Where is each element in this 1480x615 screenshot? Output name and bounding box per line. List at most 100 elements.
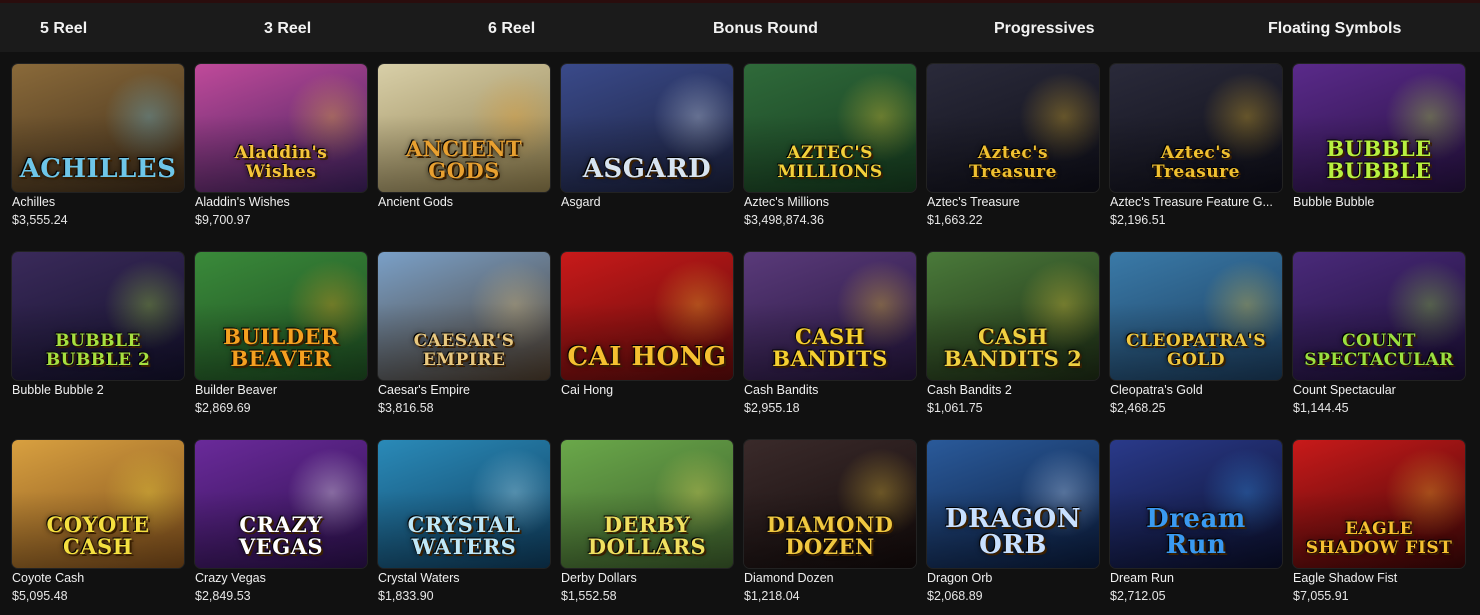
jackpot-amount: $3,816.58 bbox=[378, 401, 434, 415]
game-tile[interactable]: BUBBLE BUBBLE Bubble Bubble bbox=[1293, 64, 1465, 236]
game-thumbnail[interactable]: Aztec's Treasure bbox=[927, 64, 1099, 192]
game-tile[interactable]: COYOTE CASH Coyote Cash $5,095.48 bbox=[12, 440, 184, 612]
game-tile[interactable]: BUILDER BEAVER Builder Beaver $2,869.69 bbox=[195, 252, 367, 424]
game-logo: CLEOPATRA'S GOLD bbox=[1125, 331, 1266, 370]
jackpot-amount: $2,196.51 bbox=[1110, 213, 1166, 227]
game-logo: ANCIENT GODS bbox=[405, 136, 523, 183]
game-title: Ancient Gods bbox=[378, 195, 454, 209]
game-thumbnail[interactable]: Aztec's Treasure bbox=[1110, 64, 1282, 192]
game-tile[interactable]: Aladdin's Wishes Aladdin's Wishes $9,700.9… bbox=[195, 64, 367, 236]
game-thumbnail[interactable]: CASH BANDITS bbox=[744, 252, 916, 380]
game-tile[interactable]: BUBBLE BUBBLE 2 Bubble Bubble 2 bbox=[12, 252, 184, 424]
game-logo: Dream Run bbox=[1146, 504, 1246, 560]
game-logo: DRAGON ORB bbox=[945, 504, 1081, 560]
game-thumbnail[interactable]: Aladdin's Wishes bbox=[195, 64, 367, 192]
game-title: Cleopatra's Gold bbox=[1110, 383, 1203, 397]
jackpot-amount: $1,833.90 bbox=[378, 589, 434, 603]
game-logo: DIAMOND DOZEN bbox=[766, 512, 894, 559]
game-thumbnail[interactable]: Dream Run bbox=[1110, 440, 1282, 568]
game-logo: Aztec's Treasure bbox=[969, 143, 1057, 182]
game-thumbnail[interactable]: DIAMOND DOZEN bbox=[744, 440, 916, 568]
game-tile[interactable]: EAGLE SHADOW FIST Eagle Shadow Fist $7,055… bbox=[1293, 440, 1465, 612]
jackpot-amount: $1,061.75 bbox=[927, 401, 983, 415]
jackpot-amount: $2,869.69 bbox=[195, 401, 251, 415]
game-tile[interactable]: COUNT SPECTACULAR Count Spectacular $1,144… bbox=[1293, 252, 1465, 424]
game-thumbnail[interactable]: ACHILLES bbox=[12, 64, 184, 192]
game-tile[interactable]: Aztec's Treasure Aztec's Treasure Feature… bbox=[1110, 64, 1282, 236]
game-tile[interactable]: CLEOPATRA'S GOLD Cleopatra's Gold $2,468.2… bbox=[1110, 252, 1282, 424]
game-logo: COUNT SPECTACULAR bbox=[1304, 331, 1454, 370]
game-thumbnail[interactable]: DERBY DOLLARS bbox=[561, 440, 733, 568]
game-logo: BUILDER BEAVER bbox=[223, 324, 339, 371]
game-title: Cash Bandits bbox=[744, 383, 819, 397]
game-tile[interactable]: CAI HONG Cai Hong bbox=[561, 252, 733, 424]
game-thumbnail[interactable]: AZTEC'S MILLIONS bbox=[744, 64, 916, 192]
jackpot-amount: $2,712.05 bbox=[1110, 589, 1166, 603]
game-thumbnail[interactable]: BUBBLE BUBBLE 2 bbox=[12, 252, 184, 380]
game-logo: EAGLE SHADOW FIST bbox=[1305, 519, 1453, 558]
game-title: Cash Bandits 2 bbox=[927, 383, 1012, 397]
jackpot-amount: $1,663.22 bbox=[927, 213, 983, 227]
game-title: Aladdin's Wishes bbox=[195, 195, 290, 209]
game-tile[interactable]: CRYSTAL WATERS Crystal Waters $1,833.90 bbox=[378, 440, 550, 612]
game-tile[interactable]: DIAMOND DOZEN Diamond Dozen $1,218.04 bbox=[744, 440, 916, 612]
jackpot-amount: $1,218.04 bbox=[744, 589, 800, 603]
game-thumbnail[interactable]: COYOTE CASH bbox=[12, 440, 184, 568]
game-thumbnail[interactable]: CASH BANDITS 2 bbox=[927, 252, 1099, 380]
game-title: Diamond Dozen bbox=[744, 571, 834, 585]
game-tile[interactable]: CASH BANDITS Cash Bandits $2,955.18 bbox=[744, 252, 916, 424]
game-title: Eagle Shadow Fist bbox=[1293, 571, 1398, 585]
game-tile[interactable]: CRAZY VEGAS Crazy Vegas $2,849.53 bbox=[195, 440, 367, 612]
jackpot-amount: $3,555.24 bbox=[12, 213, 68, 227]
game-thumbnail[interactable]: DRAGON ORB bbox=[927, 440, 1099, 568]
game-tile[interactable]: ASGARD Asgard bbox=[561, 64, 733, 236]
game-thumbnail[interactable]: COUNT SPECTACULAR bbox=[1293, 252, 1465, 380]
game-logo: BUBBLE BUBBLE 2 bbox=[45, 331, 151, 370]
game-tile[interactable]: Dream Run Dream Run $2,712.05 bbox=[1110, 440, 1282, 612]
jackpot-amount: $5,095.48 bbox=[12, 589, 68, 603]
game-thumbnail[interactable]: BUILDER BEAVER bbox=[195, 252, 367, 380]
game-thumbnail[interactable]: CAI HONG bbox=[561, 252, 733, 380]
game-title: Crystal Waters bbox=[378, 571, 460, 585]
game-thumbnail[interactable]: CRAZY VEGAS bbox=[195, 440, 367, 568]
game-logo: CRAZY VEGAS bbox=[238, 512, 324, 559]
game-title: Caesar's Empire bbox=[378, 383, 470, 397]
game-tile[interactable]: CAESAR'S EMPIRE Caesar's Empire $3,816.58 bbox=[378, 252, 550, 424]
game-tile[interactable]: Aztec's Treasure Aztec's Treasure $1,663.2… bbox=[927, 64, 1099, 236]
game-title: Count Spectacular bbox=[1293, 383, 1396, 397]
game-logo: CRYSTAL WATERS bbox=[407, 512, 521, 559]
game-thumbnail[interactable]: EAGLE SHADOW FIST bbox=[1293, 440, 1465, 568]
game-tile[interactable]: ANCIENT GODS Ancient Gods bbox=[378, 64, 550, 236]
game-tile[interactable]: DRAGON ORB Dragon Orb $2,068.89 bbox=[927, 440, 1099, 612]
game-title: Aztec's Treasure bbox=[927, 195, 1020, 209]
jackpot-amount: $2,955.18 bbox=[744, 401, 800, 415]
game-logo: CASH BANDITS 2 bbox=[943, 324, 1083, 371]
game-thumbnail[interactable]: BUBBLE BUBBLE bbox=[1293, 64, 1465, 192]
game-logo: AZTEC'S MILLIONS bbox=[777, 143, 883, 182]
game-thumbnail[interactable]: CRYSTAL WATERS bbox=[378, 440, 550, 568]
game-tile[interactable]: AZTEC'S MILLIONS Aztec's Millions $3,498,8… bbox=[744, 64, 916, 236]
game-thumbnail[interactable]: CAESAR'S EMPIRE bbox=[378, 252, 550, 380]
game-title: Dragon Orb bbox=[927, 571, 993, 585]
game-logo: Aladdin's Wishes bbox=[234, 143, 328, 182]
game-title: Asgard bbox=[561, 195, 601, 209]
jackpot-amount: $9,700.97 bbox=[195, 213, 251, 227]
game-title: Bubble Bubble 2 bbox=[12, 383, 104, 397]
game-title: Coyote Cash bbox=[12, 571, 85, 585]
game-title: Achilles bbox=[12, 195, 56, 209]
game-thumbnail[interactable]: ASGARD bbox=[561, 64, 733, 192]
game-tile[interactable]: ACHILLES Achilles $3,555.24 bbox=[12, 64, 184, 236]
game-title: Bubble Bubble bbox=[1293, 195, 1375, 209]
game-title: Cai Hong bbox=[561, 383, 614, 397]
game-title: Builder Beaver bbox=[195, 383, 277, 397]
game-thumbnail[interactable]: CLEOPATRA'S GOLD bbox=[1110, 252, 1282, 380]
jackpot-amount: $7,055.91 bbox=[1293, 589, 1349, 603]
game-logo: BUBBLE BUBBLE bbox=[1326, 136, 1432, 183]
game-tile[interactable]: CASH BANDITS 2 Cash Bandits 2 $1,061.75 bbox=[927, 252, 1099, 424]
jackpot-amount: $2,849.53 bbox=[195, 589, 251, 603]
jackpot-amount: $1,552.58 bbox=[561, 589, 617, 603]
jackpot-amount: $3,498,874.36 bbox=[744, 213, 824, 227]
game-tile[interactable]: DERBY DOLLARS Derby Dollars $1,552.58 bbox=[561, 440, 733, 612]
jackpot-amount: $2,468.25 bbox=[1110, 401, 1166, 415]
game-thumbnail[interactable]: ANCIENT GODS bbox=[378, 64, 550, 192]
